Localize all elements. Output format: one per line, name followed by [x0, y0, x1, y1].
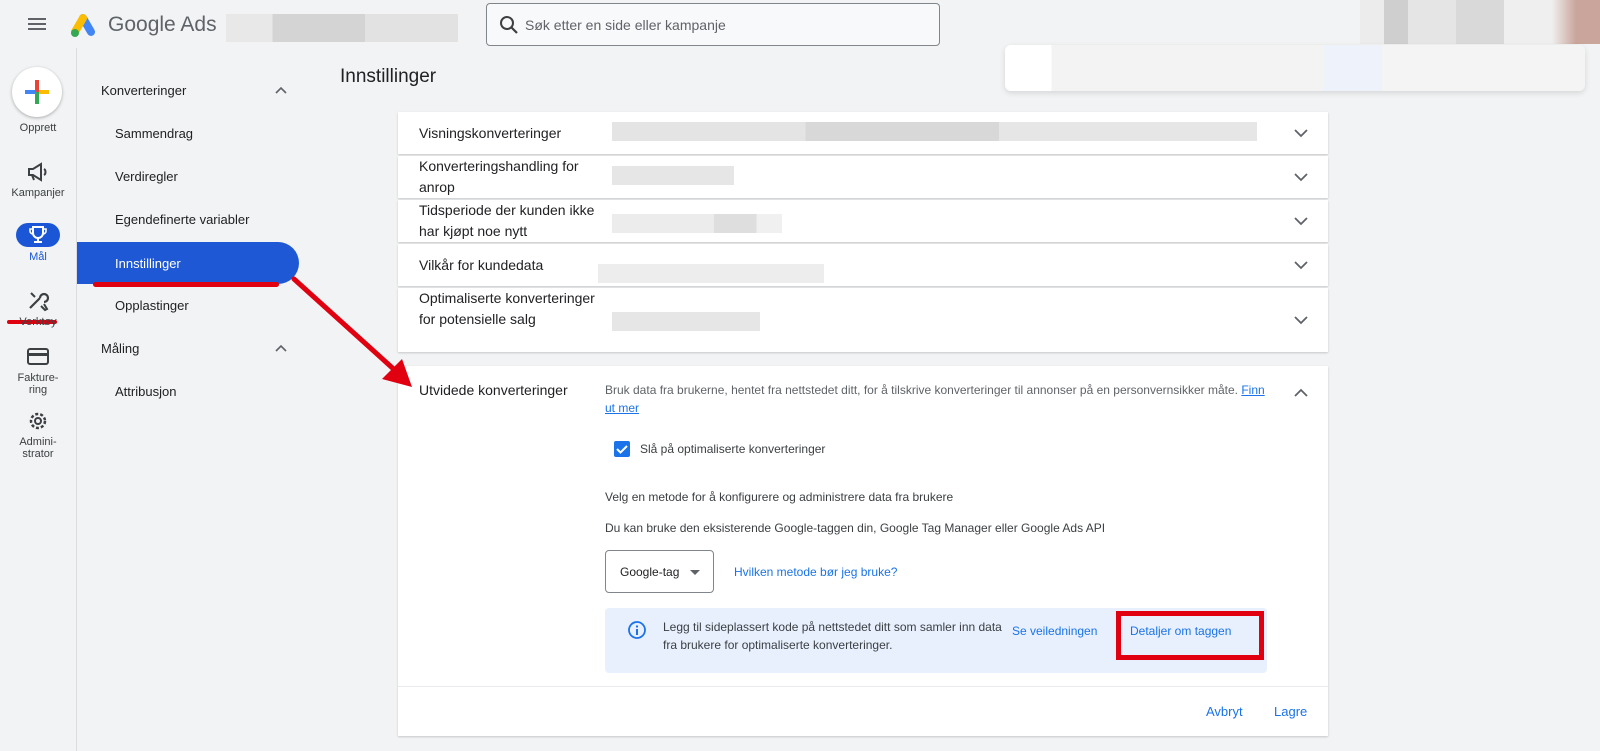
megaphone-icon: [28, 162, 47, 182]
tag-details-link[interactable]: Detaljer om taggen: [1130, 624, 1231, 638]
settings-row-call-conversion[interactable]: Konverteringshandling for anrop: [398, 156, 1328, 198]
rail-admin-label-2: strator: [22, 448, 54, 460]
nav-item-custom-variables[interactable]: Egendefinerte variabler: [115, 212, 249, 227]
rail-create-label: Opprett: [19, 122, 57, 134]
chevron-down-icon: [1294, 316, 1308, 325]
left-rail: Opprett Kampanjer Mål Verktøy Fakture- r…: [0, 48, 76, 751]
account-info-blurred: [226, 14, 458, 42]
row-label: Optimaliserte konverteringer for potensi…: [419, 290, 595, 327]
info-icon: [628, 621, 646, 639]
rail-item-campaigns[interactable]: Kampanjer: [0, 161, 76, 199]
chevron-down-icon: [1294, 173, 1308, 182]
rail-item-tools[interactable]: Verktøy: [0, 290, 76, 328]
chevron-down-icon: [1294, 129, 1308, 138]
rail-billing-label-2: ring: [28, 384, 48, 396]
nav-item-summary[interactable]: Sammendrag: [115, 126, 193, 141]
google-ads-logo-icon[interactable]: [70, 12, 98, 38]
rail-item-billing[interactable]: Fakture- ring: [0, 346, 76, 396]
annotation-underline-settings: [93, 282, 279, 287]
header-actions-blurred: [1360, 0, 1600, 44]
method-instruction: Velg en metode for å konfigurere og admi…: [605, 490, 954, 504]
nav-item-attribution[interactable]: Attribusjon: [115, 384, 176, 399]
trophy-icon: [29, 226, 47, 243]
settings-row-customer-data-terms[interactable]: Vilkår for kundedata: [398, 244, 1328, 286]
settings-row-enhanced-leads[interactable]: Optimaliserte konverteringer for potensi…: [398, 288, 1328, 352]
gear-icon: [29, 412, 47, 430]
panel-divider: [398, 686, 1328, 687]
rail-admin-label-1: Admini-: [19, 436, 57, 448]
credit-card-icon: [27, 348, 49, 365]
method-select[interactable]: Google-tag: [605, 550, 714, 593]
rail-billing-label-1: Fakture-: [17, 372, 59, 384]
checkmark-icon: [616, 445, 628, 454]
brand-name: Google Ads: [108, 13, 217, 36]
row-label: Konverteringshandling for anrop: [419, 158, 579, 195]
enhanced-conversions-panel: Utvidede konverteringer Bruk data fra br…: [398, 366, 1328, 736]
panel-title: Utvidede konverteringer: [419, 382, 568, 398]
panel-description-text: Bruk data fra brukerne, hentet fra netts…: [605, 383, 1238, 397]
row-label: Tidsperiode der kunden ikke har kjøpt no…: [419, 202, 595, 239]
info-text: Legg til sideplassert kode på nettstedet…: [663, 620, 1002, 652]
save-button[interactable]: Lagre: [1274, 704, 1307, 719]
checkbox-label: Slå på optimaliserte konverteringer: [640, 442, 826, 456]
row-label: Visningskonverteringer: [419, 125, 562, 141]
enhanced-conversions-checkbox[interactable]: [614, 441, 630, 457]
which-method-link[interactable]: Hvilken metode bør jeg bruke?: [734, 565, 897, 579]
popup-blurred: [1005, 45, 1585, 91]
method-options-text: Du kan bruke den eksisterende Google-tag…: [605, 521, 1106, 535]
row-value-blurred: [612, 214, 782, 233]
rail-tools-label: Verktøy: [19, 316, 57, 328]
chevron-up-icon: [275, 86, 287, 94]
row-value-blurred: [612, 166, 734, 185]
row-value-blurred: [598, 264, 824, 283]
guide-link[interactable]: Se veiledningen: [1012, 624, 1097, 638]
chevron-down-icon: [1294, 217, 1308, 226]
settings-row-view-through[interactable]: Visningskonverteringer: [398, 112, 1328, 154]
nav-item-uploads[interactable]: Opplastinger: [115, 298, 189, 313]
rail-goals-label: Mål: [29, 251, 47, 263]
nav-item-settings-label: Innstillinger: [115, 256, 181, 271]
nav-section-measurement[interactable]: Måling: [101, 341, 301, 356]
rail-item-admin[interactable]: Admini- strator: [0, 410, 76, 460]
chevron-up-icon: [275, 344, 287, 352]
panel-description: Bruk data fra brukerne, hentet fra netts…: [605, 381, 1275, 417]
method-select-value: Google-tag: [620, 565, 680, 579]
annotation-arrow-icon: [291, 276, 412, 387]
search-icon: [500, 16, 518, 34]
chevron-down-icon: [1294, 261, 1308, 270]
menu-icon[interactable]: [27, 14, 47, 34]
top-bar: Google Ads: [0, 0, 1600, 48]
row-label: Vilkår for kundedata: [419, 257, 544, 273]
nav-section-measurement-label: Måling: [101, 341, 140, 356]
dropdown-caret-icon: [690, 570, 700, 575]
nav-section-conversions-label: Konverteringer: [101, 83, 187, 98]
rail-item-goals[interactable]: Mål: [0, 223, 76, 263]
row-value-blurred: [612, 312, 760, 331]
tools-icon: [29, 292, 50, 312]
conversions-nav: Konverteringer Sammendrag Verdiregler Eg…: [76, 48, 320, 751]
goals-active-pill: [16, 223, 60, 247]
rail-campaigns-label: Kampanjer: [11, 187, 65, 199]
nav-item-settings[interactable]: Innstillinger: [77, 242, 299, 284]
nav-section-conversions[interactable]: Konverteringer: [101, 83, 301, 98]
page-title: Innstillinger: [340, 66, 437, 87]
settings-row-lapse-period[interactable]: Tidsperiode der kunden ikke har kjøpt no…: [398, 200, 1328, 242]
create-button[interactable]: [12, 67, 62, 117]
chevron-up-icon[interactable]: [1294, 388, 1308, 397]
cancel-button[interactable]: Avbryt: [1206, 704, 1243, 719]
search-box[interactable]: [486, 3, 940, 46]
info-banner: Legg til sideplassert kode på nettstedet…: [605, 608, 1267, 673]
search-input[interactable]: [525, 12, 925, 38]
row-value-blurred: [612, 122, 1257, 141]
nav-item-value-rules[interactable]: Verdiregler: [115, 169, 178, 184]
plus-icon: [25, 80, 49, 104]
